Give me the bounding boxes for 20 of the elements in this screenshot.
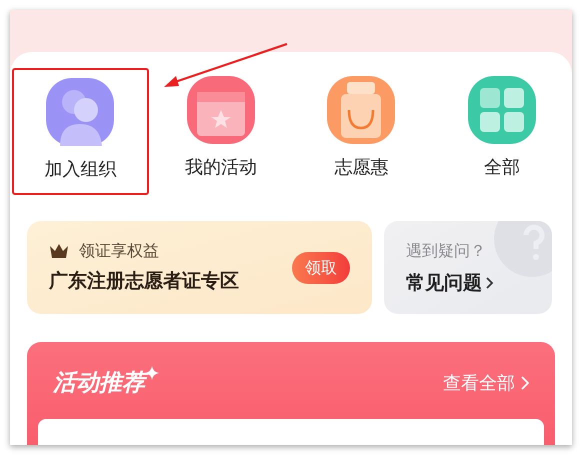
- shortcut-item[interactable]: 加入组织: [12, 68, 149, 195]
- shortcut-item[interactable]: 全部: [433, 68, 570, 195]
- shortcut-label: 全部: [484, 156, 520, 180]
- card-caption: 遇到疑问？: [406, 240, 487, 262]
- shortcut-label: 我的活动: [184, 156, 257, 180]
- chevron-right-icon: [486, 277, 494, 290]
- certificate-card[interactable]: 领证享权益 广东注册志愿者证专区 领取: [27, 221, 372, 314]
- shortcut-item[interactable]: 我的活动: [152, 68, 290, 195]
- grid-icon: [468, 76, 536, 144]
- card-title: 常见问题: [406, 271, 482, 296]
- shortcut-label: 加入组织: [44, 158, 116, 182]
- shortcut-label: 志愿惠: [334, 156, 388, 180]
- card-caption: 领证享权益: [79, 240, 159, 262]
- faq-card[interactable]: 遇到疑问？ 常见问题: [384, 221, 552, 314]
- shortcut-item[interactable]: 志愿惠: [292, 68, 430, 195]
- chevron-right-icon: [521, 376, 529, 390]
- crown-icon: [49, 243, 69, 260]
- people-icon: [46, 78, 114, 146]
- shopping-bag-icon: [327, 76, 396, 144]
- card-title: 广东注册志愿者证专区: [49, 269, 240, 294]
